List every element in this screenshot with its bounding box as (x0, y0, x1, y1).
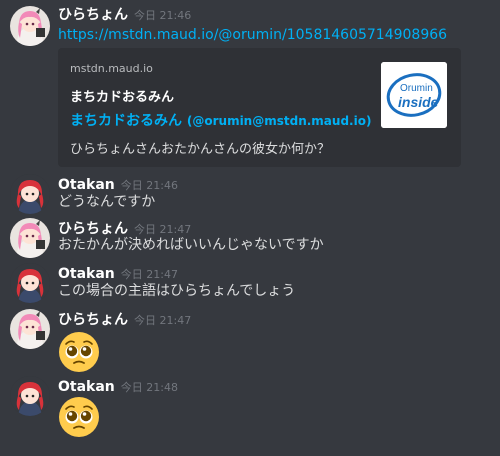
author-name[interactable]: ひらちょん (58, 7, 128, 23)
message-4: Otakan 今日 21:47 この場合の主語はひらちょんでしょう (0, 263, 500, 305)
message-header: ひらちょん 今日 21:47 (58, 309, 191, 329)
message-text: この場合の主語はひらちょんでしょう (58, 283, 296, 299)
message-1: ひらちょん 今日 21:46 https://mstdn.maud.io/@oru… (0, 4, 500, 167)
author-name[interactable]: Otakan (58, 177, 115, 193)
message-header: Otakan 今日 21:46 (58, 174, 178, 194)
message-6: Otakan 今日 21:48 (0, 376, 500, 442)
pleading-face-emoji[interactable] (58, 396, 100, 438)
timestamp: 今日 21:47 (120, 268, 178, 281)
pleading-face-icon (59, 332, 99, 372)
message-3: ひらちょん 今日 21:47 おたかんが決めればいいんじゃないですか (0, 218, 500, 260)
author-name[interactable]: Otakan (58, 266, 115, 282)
embed-author[interactable]: まちカドおるみん (70, 86, 174, 105)
message-link[interactable]: https://mstdn.maud.io/@orumin/1058146057… (58, 27, 447, 43)
embed-title[interactable]: まちカドおるみん (@orumin@mstdn.maud.io) (70, 110, 371, 130)
pleading-face-emoji[interactable] (58, 331, 100, 373)
embed-description: ひらちょんさんおたかんさんの彼女か何か？ (70, 142, 331, 157)
avatar-hirachon-icon (10, 218, 50, 258)
avatar-otakan-icon (10, 263, 50, 303)
logo-text-orumin: Orumin (400, 83, 433, 94)
timestamp: 今日 21:47 (134, 314, 192, 327)
embed-provider: mstdn.maud.io (70, 62, 153, 75)
message-content: https://mstdn.maud.io/@orumin/1058146057… (58, 25, 447, 45)
message-header: Otakan 今日 21:48 (58, 376, 178, 396)
orumin-inside-logo-icon: Orumin inside (381, 62, 447, 128)
embed-title-handle[interactable]: (@orumin@mstdn.maud.io) (187, 114, 372, 128)
logo-text-inside: inside (398, 94, 439, 110)
embed-thumbnail[interactable]: Orumin inside (381, 62, 447, 128)
author-name[interactable]: Otakan (58, 379, 115, 395)
timestamp: 今日 21:48 (120, 381, 178, 394)
avatar-hirachon[interactable] (10, 218, 50, 258)
author-name[interactable]: ひらちょん (58, 312, 128, 328)
avatar-otakan[interactable] (10, 263, 50, 303)
avatar-hirachon-icon (10, 6, 50, 46)
message-5: ひらちょん 今日 21:47 (0, 309, 500, 373)
timestamp: 今日 21:46 (134, 9, 192, 22)
pleading-face-icon (59, 397, 99, 437)
avatar-hirachon[interactable] (10, 309, 50, 349)
message-header: ひらちょん 今日 21:46 (58, 4, 191, 24)
avatar-otakan-icon (10, 376, 50, 416)
link-embed: mstdn.maud.io まちカドおるみん まちカドおるみん (@orumin… (58, 48, 461, 167)
avatar-hirachon[interactable] (10, 6, 50, 46)
message-text: おたかんが決めればいいんじゃないですか (58, 237, 324, 253)
avatar-otakan[interactable] (10, 376, 50, 416)
avatar-otakan[interactable] (10, 174, 50, 214)
embed-title-name[interactable]: まちカドおるみん (70, 113, 182, 129)
message-text: どうなんですか (58, 194, 156, 210)
timestamp: 今日 21:46 (120, 179, 178, 192)
message-header: Otakan 今日 21:47 (58, 263, 178, 283)
avatar-hirachon-icon (10, 309, 50, 349)
avatar-otakan-icon (10, 174, 50, 214)
message-2: Otakan 今日 21:46 どうなんですか (0, 174, 500, 216)
